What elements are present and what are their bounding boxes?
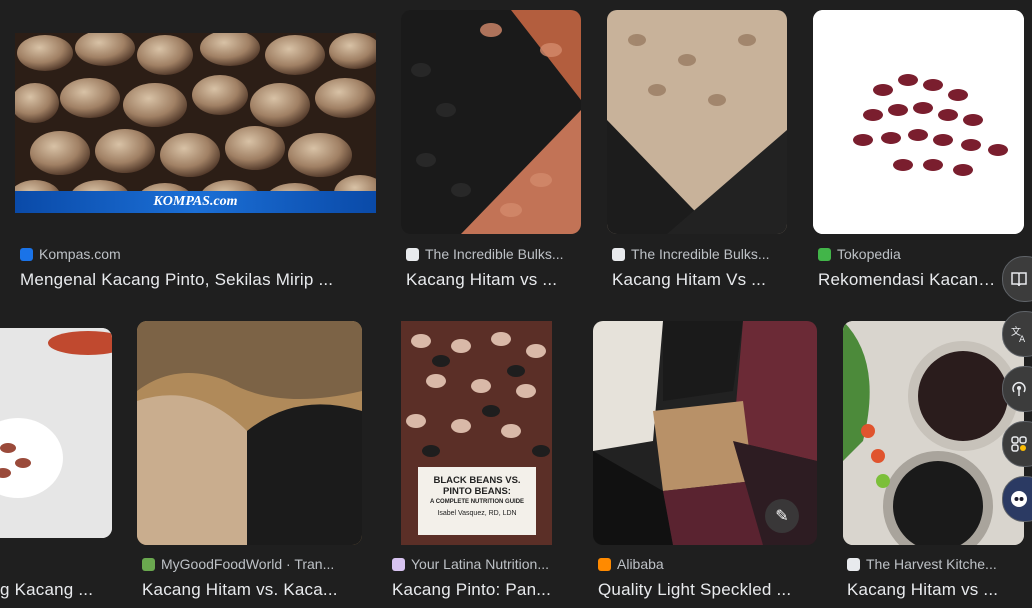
tokopedia-favicon-icon	[818, 247, 831, 261]
result-title[interactable]: Rekomendasi Kacang...	[818, 270, 998, 290]
result-image-black-beans-bowls[interactable]	[843, 321, 1024, 545]
svg-text:A: A	[1019, 335, 1026, 343]
podcast-icon	[1012, 382, 1026, 396]
guide-title-line-1: BLACK BEANS VS.	[433, 475, 521, 486]
translate-icon: 文A	[1011, 325, 1026, 343]
result-image-red-kidney-beans[interactable]	[813, 10, 1024, 234]
guide-subtitle: A COMPLETE NUTRITION GUIDE	[429, 499, 525, 505]
magic-edit-icon[interactable]: ✎	[765, 499, 799, 533]
kompas-favicon-icon	[20, 247, 33, 261]
result-source[interactable]: Kompas.com	[20, 246, 360, 262]
guide-author: Isabel Vasquez, RD, LDN	[437, 510, 517, 517]
bowl-beans-pattern	[0, 328, 112, 538]
result-image-black-and-red-beans[interactable]	[401, 10, 581, 234]
latina-nutrition-favicon-icon	[392, 557, 405, 571]
mygoodfoodworld-favicon-icon	[142, 557, 155, 571]
bowls-pattern	[843, 321, 1024, 545]
result-source[interactable]: Your Latina Nutrition...	[392, 556, 562, 572]
result-title[interactable]: Kacang Hitam vs. Kaca...	[142, 580, 357, 600]
result-source-label: Alibaba	[617, 556, 664, 572]
result-source-label: MyGoodFoodWorld · Tran...	[161, 556, 335, 572]
result-source-label: The Harvest Kitche...	[866, 556, 997, 572]
guide-label: BLACK BEANS VS. PINTO BEANS: A COMPLETE …	[418, 467, 536, 535]
result-source[interactable]: Tokopedia	[818, 246, 998, 262]
harvest-kitchen-favicon-icon	[847, 557, 860, 571]
kidney-beans-pile	[813, 10, 1024, 234]
result-source[interactable]: Alibaba	[598, 556, 813, 572]
result-source-label: The Incredible Bulks...	[425, 246, 564, 262]
result-title[interactable]: g Kacang ...	[0, 580, 110, 600]
result-source-label: Your Latina Nutrition...	[411, 556, 550, 572]
result-image-pinto-and-black-beans[interactable]	[607, 10, 787, 234]
result-title[interactable]: Quality Light Speckled ...	[598, 580, 813, 600]
result-title[interactable]: Kacang Hitam vs ...	[847, 580, 1017, 600]
kompas-watermark: KOMPAS.com	[15, 191, 376, 213]
result-image-beans-bowl[interactable]	[0, 328, 112, 538]
assistant-icon	[1011, 491, 1027, 507]
result-source-label: The Incredible Bulks...	[631, 246, 770, 262]
pinto-black-beans-pattern	[607, 10, 787, 234]
side-reader-button[interactable]	[1002, 256, 1032, 302]
result-source[interactable]: The Incredible Bulks...	[406, 246, 576, 262]
alibaba-favicon-icon	[598, 557, 611, 571]
result-source[interactable]: The Harvest Kitche...	[847, 556, 1017, 572]
result-title[interactable]: Mengenal Kacang Pinto, Sekilas Mirip ...	[20, 270, 360, 290]
book-icon	[1011, 272, 1027, 287]
result-source-label: Tokopedia	[837, 246, 901, 262]
guide-title-line-2: PINTO BEANS:	[443, 486, 511, 497]
result-title[interactable]: Kacang Hitam Vs ...	[612, 270, 782, 290]
apps-icon	[1011, 436, 1027, 452]
pinto-beans-pattern	[15, 33, 376, 213]
burlap-beans-pattern	[137, 321, 362, 545]
bulks-favicon-icon	[406, 247, 419, 261]
result-title[interactable]: Kacang Pinto: Pan...	[392, 580, 562, 600]
result-source-label: Kompas.com	[39, 246, 121, 262]
result-source[interactable]: The Incredible Bulks...	[612, 246, 782, 262]
result-image-pinto-beans[interactable]: KOMPAS.com	[15, 33, 376, 213]
result-source[interactable]: MyGoodFoodWorld · Tran...	[142, 556, 357, 572]
bulks-favicon-icon	[612, 247, 625, 261]
result-title[interactable]: Kacang Hitam vs ...	[406, 270, 576, 290]
result-image-assorted-beans[interactable]: ✎	[593, 321, 817, 545]
result-image-burlap-beans[interactable]	[137, 321, 362, 545]
black-red-beans-pattern	[401, 10, 581, 234]
result-image-beans-guide[interactable]: BLACK BEANS VS. PINTO BEANS: A COMPLETE …	[401, 321, 552, 545]
